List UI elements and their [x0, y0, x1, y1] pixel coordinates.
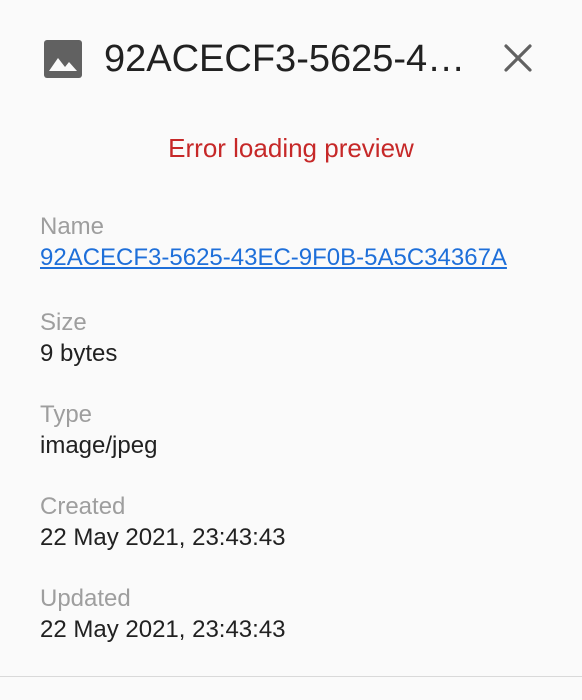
updated-label: Updated: [40, 585, 131, 612]
close-icon[interactable]: [500, 40, 536, 76]
updated-value: 22 May 2021, 23:43:43: [40, 616, 286, 643]
type-value: image/jpeg: [40, 432, 158, 459]
error-message: Error loading preview: [168, 133, 414, 163]
file-details-panel: 92ACECF3-5625-43EC-9F0B-5A5C34367A Error…: [0, 0, 582, 700]
panel-header: 92ACECF3-5625-43EC-9F0B-5A5C34367A: [0, 0, 582, 120]
name-field: Name 92ACECF3-5625-43EC-9F0B-5A5C34367A: [40, 212, 550, 274]
created-value: 22 May 2021, 23:43:43: [40, 524, 286, 551]
file-title: 92ACECF3-5625-43EC-9F0B-5A5C34367A: [104, 38, 482, 80]
name-label: Name: [40, 213, 105, 240]
image-file-icon: [44, 40, 82, 78]
created-field: Created 22 May 2021, 23:43:43: [40, 492, 550, 554]
type-field: Type image/jpeg: [40, 400, 550, 462]
updated-field: Updated 22 May 2021, 23:43:43: [40, 584, 550, 646]
type-label: Type: [40, 401, 93, 428]
file-name-link[interactable]: 92ACECF3-5625-43EC-9F0B-5A5C34367A: [40, 242, 550, 274]
size-field: Size 9 bytes: [40, 308, 550, 370]
bottom-divider: [0, 676, 582, 677]
created-label: Created: [40, 493, 126, 520]
size-value: 9 bytes: [40, 340, 118, 367]
size-label: Size: [40, 309, 87, 336]
